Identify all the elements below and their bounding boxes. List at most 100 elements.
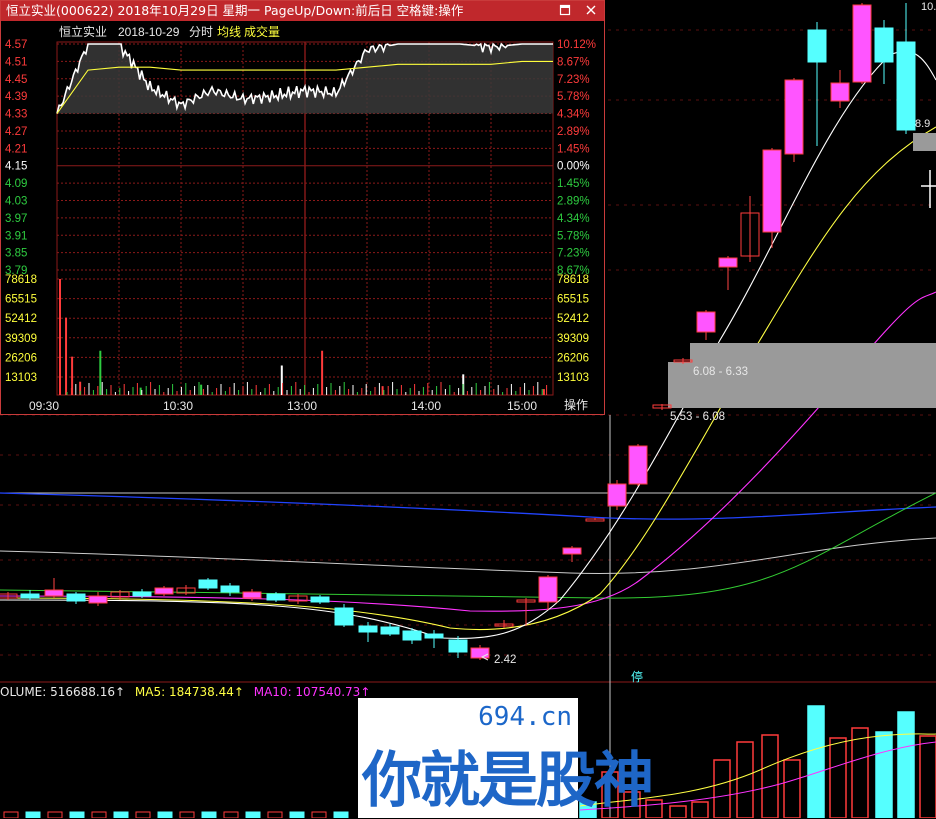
volume-bar — [333, 811, 349, 818]
volume-bar — [311, 811, 327, 818]
volume-tick-label: 26206 — [5, 352, 37, 364]
volume-bar — [897, 711, 915, 818]
popup-title-bar[interactable]: 恒立实业(000622) 2018年10月29日 星期一 PageUp/Down… — [1, 1, 604, 21]
price-tick-label: 3.97 — [5, 213, 27, 225]
time-tick-label: 14:00 — [411, 399, 441, 413]
candle-body — [628, 445, 648, 485]
close-icon[interactable] — [584, 4, 598, 18]
pct-tick-label: 2.89% — [557, 126, 590, 138]
volume-tick-label-right: 78618 — [557, 274, 589, 286]
candle-body — [358, 625, 378, 633]
time-tick-label: 15:00 — [507, 399, 537, 413]
candle-body — [762, 149, 782, 233]
legend-avg: 均线 — [217, 25, 241, 39]
candle-body — [538, 576, 558, 603]
candle-body — [220, 585, 240, 593]
candle-body — [380, 626, 400, 635]
volume-bar — [245, 811, 261, 818]
candle-body — [66, 593, 86, 602]
candle-body — [424, 633, 444, 639]
volume-legend: OLUME: 516688.16↑ MA5: 184738.44↑ MA10: … — [0, 684, 370, 700]
candle-body — [20, 593, 40, 599]
candle-body — [696, 311, 716, 333]
candle-body — [896, 41, 916, 131]
stop-marker: 停 — [631, 669, 643, 684]
volume-bar — [289, 811, 305, 818]
legend-volume: 成交量 — [244, 24, 280, 39]
volume-tick-label: 13103 — [5, 372, 37, 384]
candle-body — [310, 596, 330, 603]
pct-tick-label: 5.78% — [557, 230, 590, 242]
range-label-lower: 5.53 - 6.08 — [670, 411, 725, 423]
ma-value-label: 8.9 — [915, 118, 930, 130]
volume-tick-label-right: 26206 — [557, 352, 589, 364]
pct-tick-label: 7.23% — [557, 248, 590, 260]
watermark-url: 694.cn — [478, 702, 572, 732]
range-box-top — [913, 133, 936, 151]
volume-bar — [919, 735, 936, 818]
price-tick-label: 4.15 — [5, 161, 27, 173]
candle-body — [402, 630, 422, 641]
price-tick-label: 4.45 — [5, 74, 27, 86]
volume-value: OLUME: 516688.16↑ — [0, 685, 126, 699]
legend-date: 2018-10-29 — [118, 25, 180, 39]
volume-bar — [761, 734, 779, 818]
volume-bar — [851, 727, 869, 818]
volume-tick-label-right: 39309 — [557, 333, 589, 345]
intraday-volume-bars — [59, 279, 548, 395]
volume-tick-label: 78618 — [5, 274, 37, 286]
operate-button[interactable]: 操作 — [564, 397, 588, 412]
popup-title: 恒立实业(000622) 2018年10月29日 星期一 PageUp/Down… — [6, 3, 464, 18]
volume-ma10: MA10: 107540.73↑ — [253, 685, 371, 699]
candle-body — [88, 595, 108, 604]
price-tick-label: 4.21 — [5, 143, 27, 155]
volume-bar — [69, 811, 85, 818]
range-label-upper: 6.08 - 6.33 — [693, 366, 748, 378]
pct-tick-label: 4.34% — [557, 109, 590, 121]
pct-tick-label: 8.67% — [557, 56, 590, 68]
volume-bar — [713, 759, 731, 818]
pct-tick-label: 1.45% — [557, 143, 590, 155]
time-tick-label: 13:00 — [287, 399, 317, 413]
volume-tick-label: 65515 — [5, 294, 37, 306]
candle-body — [44, 589, 64, 597]
volume-bar — [783, 759, 801, 818]
legend-stock-name: 恒立实业 — [59, 24, 107, 39]
pct-tick-label: 1.45% — [557, 178, 590, 190]
volume-bar — [223, 811, 239, 818]
volume-bar — [25, 811, 41, 818]
price-tick-label: 3.85 — [5, 248, 27, 260]
volume-bar — [691, 801, 709, 818]
volume-bar — [135, 811, 151, 818]
price-tick-label: 4.57 — [5, 39, 27, 51]
volume-tick-label-right: 13103 — [557, 372, 589, 384]
candle-body — [830, 82, 850, 102]
candle-body — [242, 591, 262, 599]
candle-body — [470, 647, 490, 659]
candle-body — [334, 607, 354, 626]
watermark-text: 你就是股神 — [362, 746, 654, 816]
legend-mode: 分时 — [189, 25, 213, 39]
volume-ma5: MA5: 184738.44↑ — [134, 685, 244, 699]
candle-body — [154, 587, 174, 595]
intraday-popup[interactable]: 恒立实业(000622) 2018年10月29日 星期一 PageUp/Down… — [0, 0, 605, 415]
candle-body — [852, 4, 872, 83]
volume-bar — [829, 737, 847, 818]
candle-body — [132, 591, 152, 597]
pct-tick-label: 7.23% — [557, 74, 590, 86]
volume-bar — [736, 741, 754, 818]
ma60-line — [0, 537, 936, 574]
watermark-logo: 694.cn 你就是股神 — [358, 698, 654, 818]
volume-bar — [91, 811, 107, 818]
candle-body — [448, 639, 468, 653]
restore-icon[interactable] — [558, 4, 572, 18]
volume-tick-label: 52412 — [5, 313, 37, 325]
volume-bar — [3, 811, 19, 818]
high-price-label: 10. — [921, 1, 936, 13]
price-tick-label: 3.91 — [5, 230, 27, 242]
ma120-line — [0, 492, 936, 520]
time-tick-label: 10:30 — [163, 399, 193, 413]
pct-tick-label: 2.89% — [557, 195, 590, 207]
volume-bar — [875, 731, 893, 818]
intraday-chart[interactable]: 4.57 10.12% 4.51 8.67% 4.45 7.23% 4.39 5.78% 4.3… — [1, 21, 604, 414]
